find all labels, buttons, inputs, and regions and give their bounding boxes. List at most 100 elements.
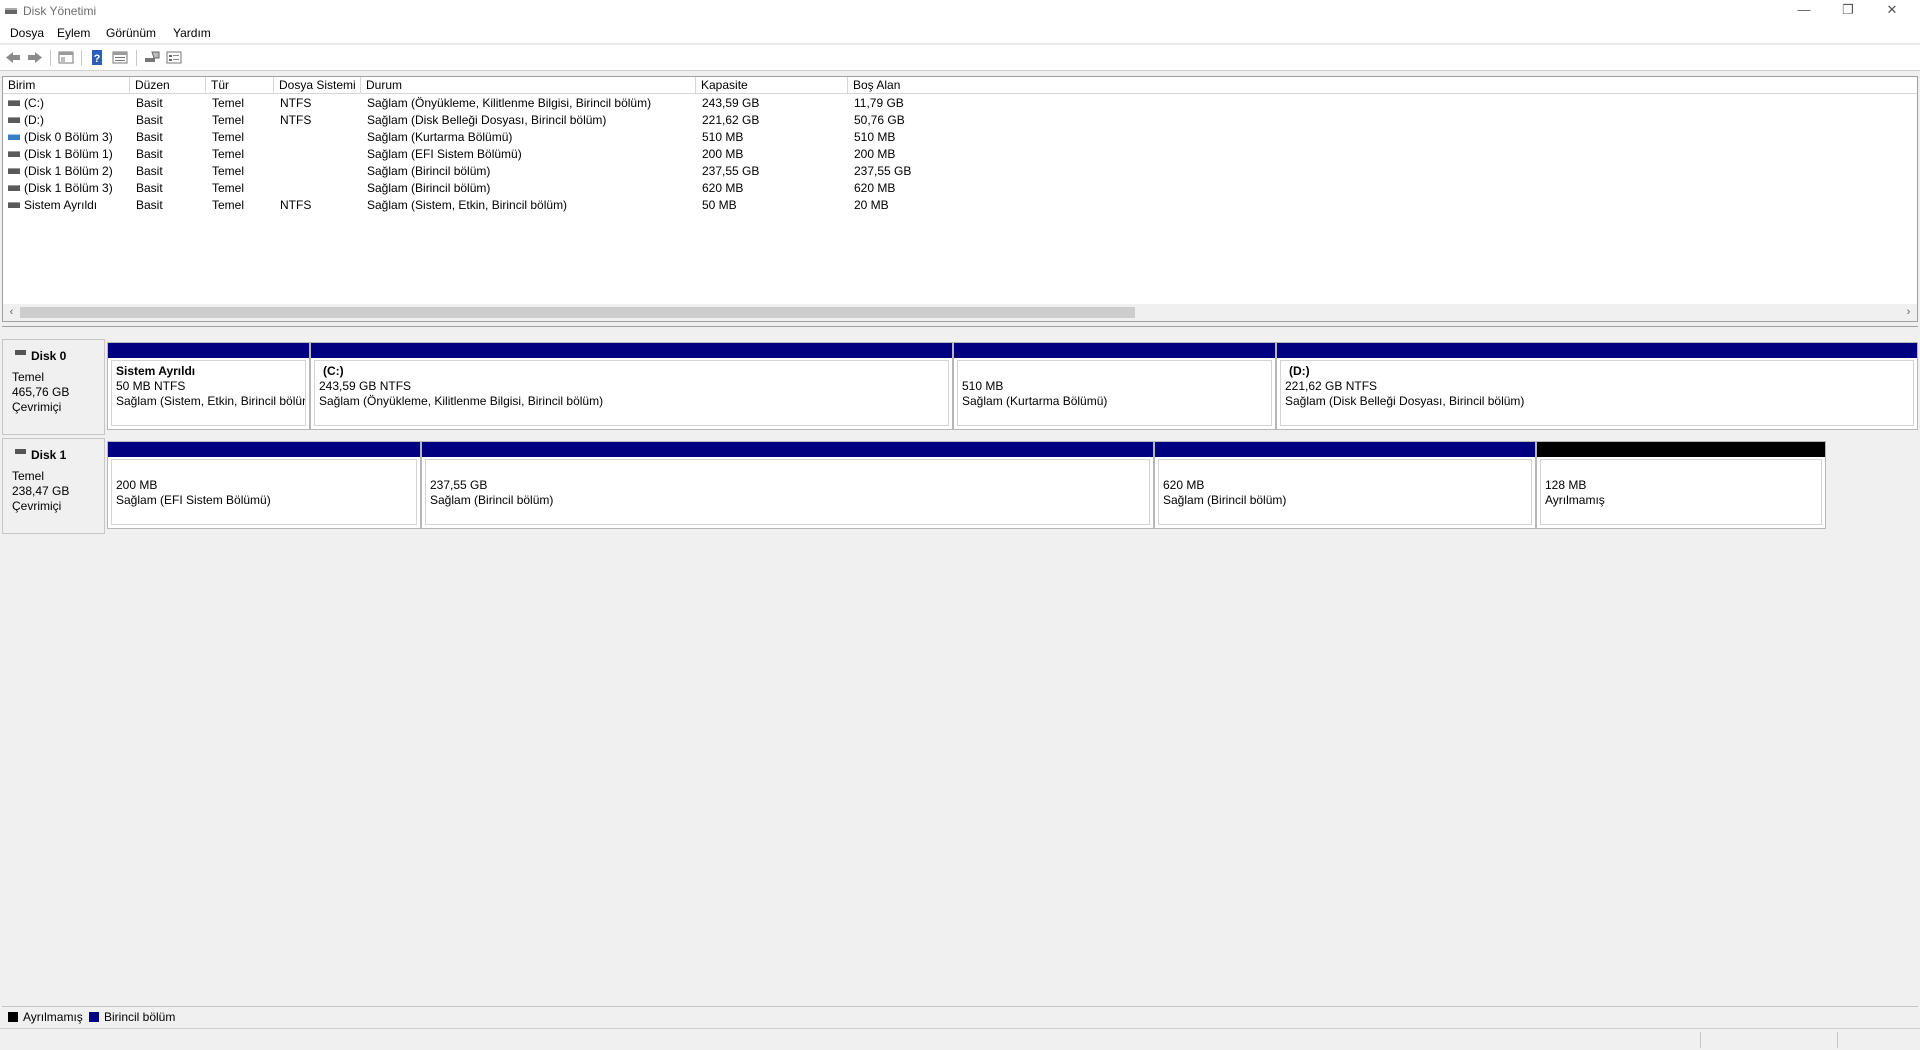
volume-list-header: Birim Düzen Tür Dosya Sistemi Durum Kapa…	[3, 77, 1917, 94]
column-header-dosya-sistemi[interactable]: Dosya Sistemi	[274, 77, 361, 94]
table-cell-capacity: 200 MB	[702, 147, 744, 161]
partition-status: Sağlam (Sistem, Etkin, Birincil bölüm)	[116, 394, 306, 408]
restore-button[interactable]: ❐	[1826, 0, 1870, 22]
close-button[interactable]: ✕	[1870, 0, 1914, 22]
disk-state: Çevrimiçi	[12, 400, 62, 414]
table-cell-name: Sistem Ayrıldı	[24, 198, 98, 212]
table-cell-name: (Disk 1 Bölüm 1)	[24, 147, 113, 161]
table-row[interactable]: (Disk 0 Bölüm 3) Basit Temel Sağlam (Kurtar…	[3, 129, 1917, 146]
disk-row-disk-0[interactable]: Disk 0 Temel 465,76 GB Çevrimiçi Sistem …	[2, 339, 1918, 435]
minimize-button[interactable]: —	[1782, 0, 1826, 22]
status-bar	[0, 1028, 1920, 1050]
partition-size: 50 MB NTFS	[116, 379, 186, 393]
forward-icon[interactable]	[26, 49, 44, 66]
table-cell-free: 11,79 GB	[854, 96, 904, 110]
partition-disk1-part3[interactable]: 620 MB Sağlam (Birincil bölüm)	[1154, 441, 1536, 529]
table-row[interactable]: (C:) Basit Temel NTFS Sağlam (Önyükleme, Kil…	[3, 95, 1917, 112]
column-header-kapasite[interactable]: Kapasite	[696, 77, 848, 94]
table-cell-capacity: 50 MB	[702, 198, 737, 212]
menu-eylem[interactable]: Eylem	[57, 26, 90, 40]
table-cell-type: Temel	[212, 113, 245, 127]
disk-icon	[15, 449, 26, 454]
table-cell-type: Temel	[212, 130, 245, 144]
partition-status: Sağlam (Önyükleme, Kilitlenme Bilgisi, B…	[319, 394, 604, 408]
table-row[interactable]: (Disk 1 Bölüm 1) Basit Temel Sağlam (EFI Si…	[3, 146, 1917, 163]
legend-label-primary: Birincil bölüm	[104, 1010, 176, 1024]
scrollbar-thumb[interactable]	[20, 307, 1135, 318]
partition-size: 243,59 GB NTFS	[319, 379, 412, 393]
scroll-left-icon[interactable]: ‹	[3, 305, 20, 320]
table-cell-layout: Basit	[136, 113, 163, 127]
table-cell-type: Temel	[212, 198, 245, 212]
partition-size: 221,62 GB NTFS	[1285, 379, 1378, 393]
partition-size: 128 MB	[1545, 478, 1587, 492]
disk-list-icon[interactable]	[143, 49, 161, 66]
disk-type: Temel	[12, 469, 45, 483]
partition-type-bar	[1155, 442, 1535, 457]
partition-type-bar	[311, 343, 952, 358]
column-header-duzen[interactable]: Düzen	[130, 77, 206, 94]
column-header-tur[interactable]: Tür	[206, 77, 274, 94]
table-cell-type: Temel	[212, 181, 245, 195]
horizontal-scrollbar[interactable]: ‹ ›	[3, 304, 1917, 321]
table-row[interactable]: (Disk 1 Bölüm 3) Basit Temel Sağlam (Birinc…	[3, 180, 1917, 197]
disk-row-disk-1[interactable]: Disk 1 Temel 238,47 GB Çevrimiçi 200 MB …	[2, 438, 1918, 534]
partition-status: Ayrılmamış	[1545, 493, 1605, 507]
volume-list-icon[interactable]	[165, 49, 183, 66]
status-separator	[1837, 1032, 1838, 1048]
table-cell-status: Sağlam (Birincil bölüm)	[367, 164, 491, 178]
table-cell-fs: NTFS	[280, 96, 312, 110]
show-hide-console-tree-icon[interactable]	[57, 49, 75, 66]
table-row[interactable]: (Disk 1 Bölüm 2) Basit Temel Sağlam (Birinc…	[3, 163, 1917, 180]
scroll-right-icon[interactable]: ›	[1900, 305, 1917, 320]
table-cell-fs: NTFS	[280, 113, 312, 127]
table-cell-status: Sağlam (Disk Belleği Dosyası, Birincil b…	[367, 113, 607, 127]
table-row[interactable]: (D:) Basit Temel NTFS Sağlam (Disk Belleği D…	[3, 112, 1917, 129]
table-cell-type: Temel	[212, 96, 245, 110]
menu-dosya[interactable]: Dosya	[10, 26, 44, 40]
disk-state: Çevrimiçi	[12, 499, 62, 513]
disk-label[interactable]: Disk 1 Temel 238,47 GB Çevrimiçi	[2, 438, 105, 534]
partition-type-bar	[108, 442, 420, 457]
table-row[interactable]: Sistem Ayrıldı Basit Temel NTFS Sağlam (Sist…	[3, 197, 1917, 214]
table-cell-layout: Basit	[136, 181, 163, 195]
table-cell-status: Sağlam (Kurtarma Bölümü)	[367, 130, 513, 144]
status-separator	[1700, 1032, 1701, 1048]
menu-yardim[interactable]: Yardım	[173, 26, 211, 40]
back-icon[interactable]	[4, 49, 22, 66]
volume-list[interactable]: Birim Düzen Tür Dosya Sistemi Durum Kapa…	[2, 76, 1918, 322]
table-cell-fs	[274, 129, 361, 146]
column-header-bos-alan[interactable]: Boş Alan	[848, 77, 1917, 94]
table-cell-status: Sağlam (Sistem, Etkin, Birincil bölüm)	[367, 198, 568, 212]
table-cell-capacity: 221,62 GB	[702, 113, 760, 127]
disk-management-app-icon	[5, 8, 17, 14]
help-icon[interactable]: ?	[88, 49, 106, 66]
window-title: Disk Yönetimi	[23, 4, 97, 18]
partition-size: 620 MB	[1163, 478, 1205, 492]
partition-type-bar	[422, 442, 1153, 457]
table-cell-status: Sağlam (Birincil bölüm)	[367, 181, 491, 195]
table-cell-capacity: 620 MB	[702, 181, 744, 195]
table-cell-free: 237,55 GB	[854, 164, 912, 178]
partition-efi[interactable]: 200 MB Sağlam (EFI Sistem Bölümü)	[107, 441, 421, 529]
table-cell-fs	[274, 146, 361, 163]
table-cell-fs	[274, 163, 361, 180]
partition-recovery[interactable]: 510 MB Sağlam (Kurtarma Bölümü)	[953, 342, 1276, 430]
partition-d[interactable]: (D:) 221,62 GB NTFS Sağlam (Disk Belleği…	[1276, 342, 1918, 430]
disk-label[interactable]: Disk 0 Temel 465,76 GB Çevrimiçi	[2, 339, 105, 435]
partition-disk1-part2[interactable]: 237,55 GB Sağlam (Birincil bölüm)	[421, 441, 1154, 529]
toolbar-separator	[50, 50, 51, 66]
partition-c[interactable]: (C:) 243,59 GB NTFS Sağlam (Önyükleme, K…	[310, 342, 953, 430]
legend-label-unallocated: Ayrılmamış	[23, 1010, 83, 1024]
properties-icon[interactable]	[111, 49, 129, 66]
column-header-durum[interactable]: Durum	[361, 77, 696, 94]
disk-size: 465,76 GB	[12, 385, 70, 399]
partition-sistem-ayrildi[interactable]: Sistem Ayrıldı 50 MB NTFS Sağlam (Sistem…	[107, 342, 310, 430]
menu-gorunum[interactable]: Görünüm	[106, 26, 156, 40]
toolbar: ?	[0, 45, 1920, 71]
table-cell-layout: Basit	[136, 96, 163, 110]
svg-text:?: ?	[94, 53, 101, 65]
column-header-birim[interactable]: Birim	[3, 77, 130, 94]
partition-unallocated[interactable]: 128 MB Ayrılmamış	[1536, 441, 1826, 529]
table-cell-name: (D:)	[24, 113, 44, 127]
